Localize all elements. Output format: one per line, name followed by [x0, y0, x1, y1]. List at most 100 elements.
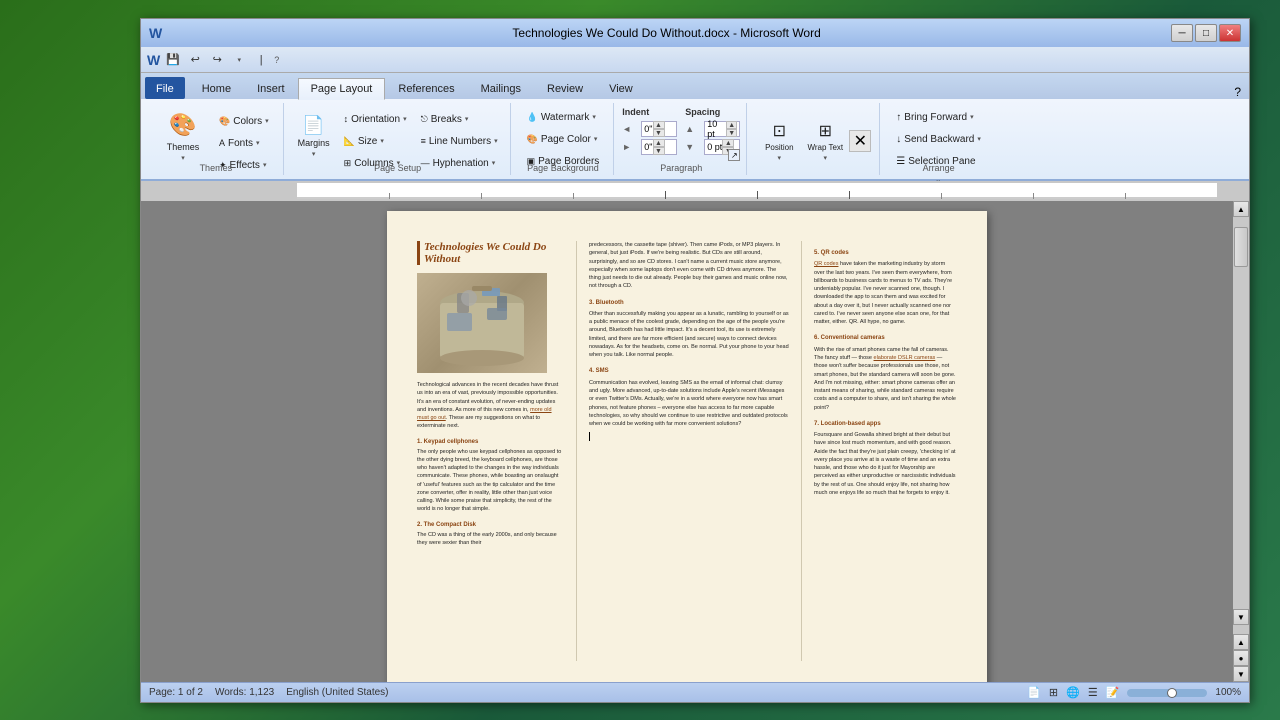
title-bar: W Technologies We Could Do Without.docx …: [141, 19, 1249, 47]
view-fullscreen-icon[interactable]: ⊞: [1049, 686, 1058, 699]
restore-button[interactable]: □: [1195, 24, 1217, 42]
paragraph-group-label: Paragraph: [616, 163, 746, 173]
indent-right-label: ►: [622, 142, 638, 152]
col2-continuation: predecessors, the cassette tape (shiver)…: [589, 241, 789, 291]
fonts-button[interactable]: A Fonts ▾: [213, 133, 275, 153]
col3-section5-heading: 5. QR codes: [814, 249, 957, 257]
tab-home[interactable]: Home: [189, 77, 244, 99]
ribbon-tab-bar: File Home Insert Page Layout References …: [141, 73, 1249, 99]
spacing-before-up[interactable]: ▲: [726, 121, 737, 129]
help-icon[interactable]: ?: [274, 55, 279, 65]
section-2-heading: 2. The Compact Disk: [417, 522, 564, 528]
spacing-after-label: ▼: [685, 142, 701, 152]
indent-left-input[interactable]: 0" ▲ ▼: [641, 121, 677, 137]
language: English (United States): [286, 687, 388, 698]
indent-left-row: ◄ 0" ▲ ▼: [622, 121, 677, 137]
watermark-button[interactable]: 💧 Watermark ▾: [521, 107, 602, 127]
spacing-after-up[interactable]: ▲: [722, 139, 734, 147]
minimize-button[interactable]: ─: [1171, 24, 1193, 42]
tab-file[interactable]: File: [145, 77, 185, 99]
size-button[interactable]: 📐 Size ▾: [338, 131, 413, 151]
indent-right-input[interactable]: 0" ▲ ▼: [641, 139, 677, 155]
scroll-track[interactable]: [1233, 267, 1249, 609]
section-1-body: The only people who use keypad cellphone…: [417, 448, 564, 514]
ribbon-group-arrange: ↑ Bring Forward ▾ ↓ Send Backward ▾ ☰ Se…: [882, 103, 995, 175]
tab-mailings[interactable]: Mailings: [468, 77, 534, 99]
zoom-slider[interactable]: [1127, 689, 1207, 697]
spacing-before-down[interactable]: ▼: [726, 129, 737, 137]
close-button[interactable]: ✕: [1219, 24, 1241, 42]
col3-section5-body: QR codes have taken the marketing indust…: [814, 260, 957, 326]
wrap-text-icon: ⊞: [819, 121, 832, 141]
tab-references[interactable]: References: [385, 77, 467, 99]
bring-forward-button[interactable]: ↑ Bring Forward ▾: [890, 107, 987, 127]
view-print-icon[interactable]: 📄: [1027, 686, 1041, 699]
orientation-button[interactable]: ↕ Orientation ▾: [338, 109, 413, 129]
view-outline-icon[interactable]: ☰: [1088, 686, 1098, 699]
spacing-before-input[interactable]: 10 pt ▲ ▼: [704, 121, 740, 137]
section-2-body-partial: The CD was a thing of the early 2000s, a…: [417, 531, 564, 548]
indent-left-down[interactable]: ▼: [653, 129, 665, 137]
indent-right-down[interactable]: ▼: [653, 147, 665, 155]
line-numbers-button[interactable]: ≡ Line Numbers ▾: [415, 131, 504, 151]
trash-svg: [427, 278, 537, 368]
themes-icon: 🎨: [167, 110, 199, 140]
save-icon[interactable]: 💾: [164, 51, 182, 69]
send-backward-button[interactable]: ↓ Send Backward ▾: [890, 129, 987, 149]
document-scroll[interactable]: Technologies We Could Do Without: [141, 201, 1233, 682]
column-middle: predecessors, the cassette tape (shiver)…: [577, 241, 802, 661]
indent-right-row: ► 0" ▲ ▼: [622, 139, 677, 155]
page-setup-group-label: Page Setup: [286, 163, 510, 173]
ribbon-content: 🎨 Themes ▾ 🎨 Colors ▾ A Fonts: [141, 99, 1249, 181]
page-info: Page: 1 of 2: [149, 687, 203, 698]
redo-icon[interactable]: ↪: [208, 51, 226, 69]
margins-button[interactable]: 📄 Margins ▾: [292, 107, 336, 165]
ribbon-group-paragraph: Indent ◄ 0" ▲ ▼ ►: [616, 103, 747, 175]
ruler: [141, 181, 1249, 201]
help-ribbon-icon[interactable]: ?: [1230, 85, 1245, 99]
zoom-thumb[interactable]: [1167, 688, 1177, 698]
view-draft-icon[interactable]: 📝: [1106, 686, 1120, 699]
customize-quick-access-icon[interactable]: ▾: [230, 51, 248, 69]
wrap-text-button[interactable]: ⊞ Wrap Text ▾: [803, 112, 847, 170]
tab-insert[interactable]: Insert: [244, 77, 298, 99]
margins-dropdown-arrow: ▾: [312, 150, 316, 158]
breaks-icon: ⎋: [421, 114, 428, 125]
document-page: Technologies We Could Do Without: [387, 211, 987, 682]
page-color-button[interactable]: 🎨 Page Color ▾: [521, 129, 604, 149]
view-web-icon[interactable]: 🌐: [1066, 686, 1080, 699]
indent-label: Indent: [622, 107, 677, 117]
browse-obj-button[interactable]: ●: [1233, 650, 1249, 666]
status-bar: Page: 1 of 2 Words: 1,123 English (Unite…: [141, 682, 1249, 702]
position-button[interactable]: ⊡ Position ▾: [757, 112, 801, 170]
scroll-up-button[interactable]: ▲: [1233, 201, 1249, 217]
scroll-thumb[interactable]: [1234, 227, 1248, 267]
column-right: 5. QR codes QR codes have taken the mark…: [802, 241, 957, 661]
indent-left-label: ◄: [622, 124, 638, 134]
margins-icon: 📄: [302, 115, 324, 136]
tab-page-layout[interactable]: Page Layout: [298, 78, 386, 100]
scroll-down-button[interactable]: ▼: [1233, 609, 1249, 625]
tab-review[interactable]: Review: [534, 77, 596, 99]
ruler-inner: [297, 183, 1217, 199]
themes-group-label: Themes: [149, 163, 283, 173]
browse-next-button[interactable]: ▼: [1233, 666, 1249, 682]
vertical-scrollbar[interactable]: ▲ ▼ ▲ ● ▼: [1233, 201, 1249, 682]
themes-button[interactable]: 🎨 Themes ▾: [157, 107, 209, 165]
clear-button[interactable]: ✕: [849, 130, 871, 152]
size-icon: 📐: [344, 136, 355, 147]
spacing-before-label: ▲: [685, 124, 701, 134]
line-numbers-icon: ≡: [421, 136, 426, 146]
browse-prev-button[interactable]: ▲: [1233, 634, 1249, 650]
breaks-button[interactable]: ⎋ Breaks ▾: [415, 109, 504, 129]
bring-forward-icon: ↑: [896, 112, 901, 123]
col2-section4-heading: 4. SMS: [589, 367, 789, 375]
document-title: Technologies We Could Do Without: [417, 241, 564, 265]
tab-view[interactable]: View: [596, 77, 646, 99]
indent-right-up[interactable]: ▲: [653, 139, 665, 147]
undo-icon[interactable]: ↩: [186, 51, 204, 69]
colors-button[interactable]: 🎨 Colors ▾: [213, 111, 275, 131]
paragraph-launcher[interactable]: ↗: [728, 149, 740, 161]
indent-left-up[interactable]: ▲: [653, 121, 665, 129]
cursor: [589, 437, 590, 443]
